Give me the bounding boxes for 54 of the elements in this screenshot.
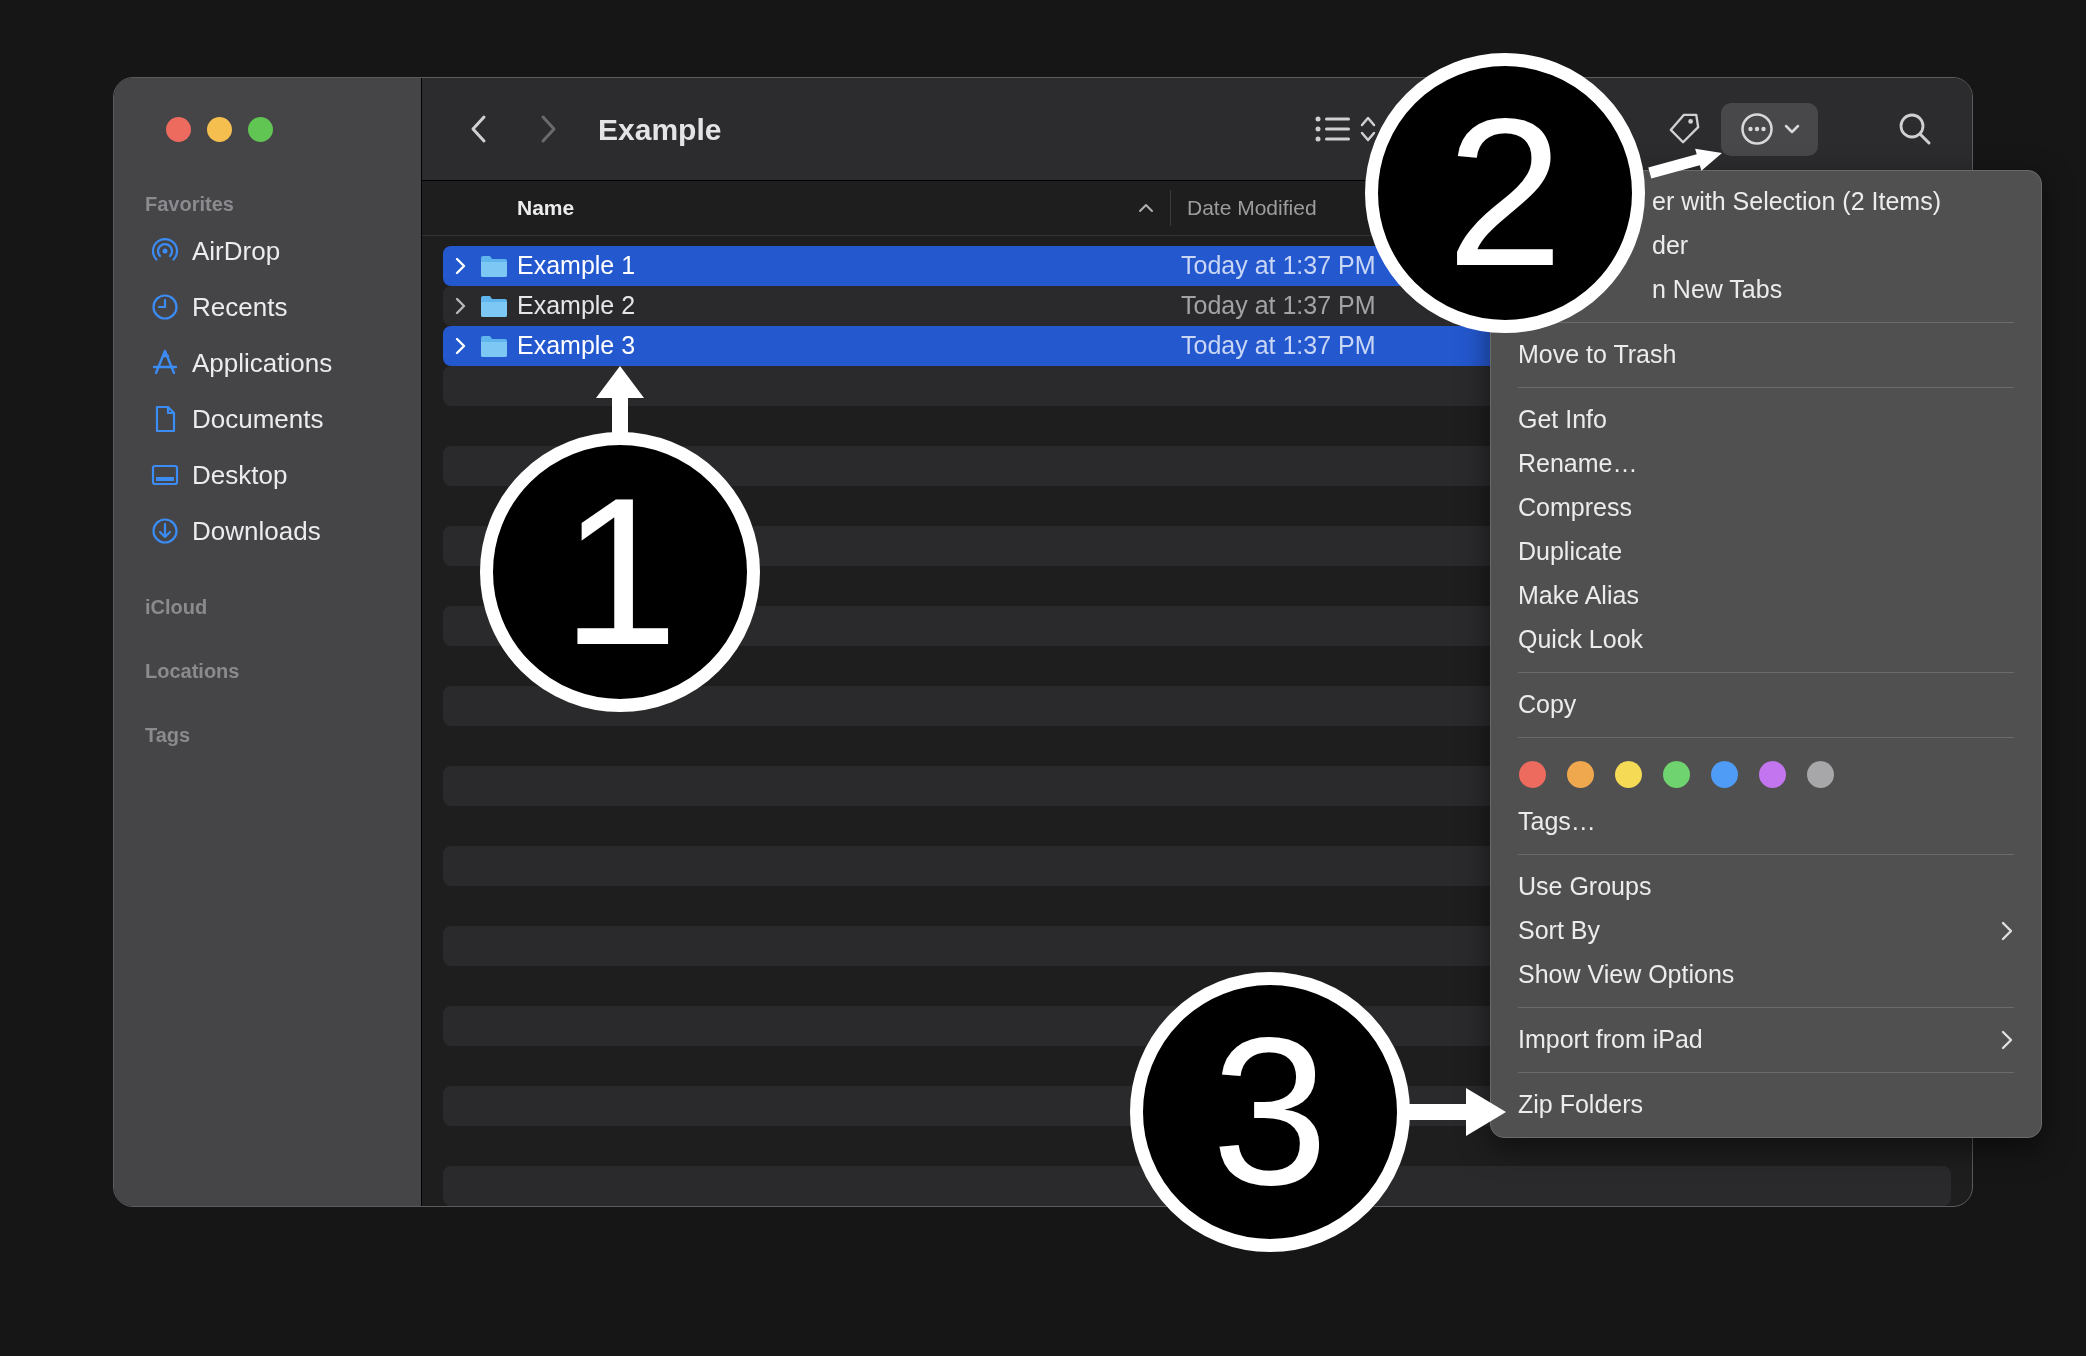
section-heading: Locations xyxy=(144,659,241,684)
menu-item[interactable]: Copy xyxy=(1505,683,2027,727)
ellipsis-circle-icon xyxy=(1739,112,1774,146)
folder-icon xyxy=(480,294,508,318)
menu-item[interactable]: Quick Look xyxy=(1505,618,2027,662)
menu-item[interactable]: Duplicate xyxy=(1505,530,2027,574)
folder-icon xyxy=(480,254,508,278)
list-view-icon[interactable] xyxy=(1315,115,1351,143)
sidebar-item[interactable]: Downloads xyxy=(114,503,421,559)
search-icon[interactable] xyxy=(1898,112,1932,146)
section-heading: Tags xyxy=(144,723,192,748)
more-actions-button[interactable] xyxy=(1721,102,1818,156)
download-circle-icon xyxy=(150,516,180,546)
file-name: Example 2 xyxy=(517,290,636,322)
sidebar-item[interactable]: Recents xyxy=(114,279,421,335)
forward-chevron-icon[interactable] xyxy=(540,114,558,144)
tag-icon[interactable] xyxy=(1667,112,1701,146)
menu-item[interactable]: Use Groups xyxy=(1505,865,2027,909)
section-heading: Favorites xyxy=(144,192,235,217)
sidebar-item[interactable]: Applications xyxy=(114,335,421,391)
caret-icon xyxy=(1783,124,1800,134)
submenu-chevron-icon xyxy=(2001,1029,2013,1051)
window-title: Example xyxy=(598,111,722,148)
menu-item[interactable]: Tags… xyxy=(1505,800,2027,844)
menu-item[interactable]: Zip Folders xyxy=(1505,1083,2027,1127)
minimize-button[interactable] xyxy=(207,116,232,142)
back-chevron-icon[interactable] xyxy=(469,114,487,144)
menu-item[interactable]: Sort By xyxy=(1505,909,2027,953)
date-modified: Today at 1:37 PM xyxy=(1181,290,1376,322)
date-modified: Today at 1:37 PM xyxy=(1181,250,1376,282)
menu-item[interactable]: Rename… xyxy=(1505,442,2027,486)
column-header[interactable]: Date Modified xyxy=(1187,192,1317,224)
menu-item[interactable]: Get Info xyxy=(1505,398,2027,442)
date-modified: Today at 1:37 PM xyxy=(1181,330,1376,362)
column-header[interactable]: Name xyxy=(517,192,575,224)
clock-icon xyxy=(150,292,180,322)
sidebar-item[interactable]: Desktop xyxy=(114,447,421,503)
submenu-chevron-icon xyxy=(2001,920,2013,942)
zoom-button[interactable] xyxy=(248,116,273,142)
menu-item[interactable]: Show View Options xyxy=(1505,953,2027,997)
sidebar-item[interactable]: AirDrop xyxy=(114,223,421,279)
sidebar-item[interactable]: Documents xyxy=(114,391,421,447)
file-name: Example 3 xyxy=(517,330,636,362)
file-name: Example 1 xyxy=(517,250,636,282)
up-down-chevron-icon[interactable] xyxy=(1359,114,1377,144)
callout-arrow xyxy=(596,366,644,434)
close-button[interactable] xyxy=(166,116,191,142)
folder-icon xyxy=(480,334,508,358)
menu-item[interactable]: Import from iPad xyxy=(1505,1018,2027,1062)
menu-item[interactable]: Compress xyxy=(1505,486,2027,530)
section-heading: iCloud xyxy=(144,595,209,620)
disclosure-chevron-icon[interactable] xyxy=(455,296,467,316)
menu-item[interactable]: Make Alias xyxy=(1505,574,2027,618)
menu-item[interactable]: er with Selection (2 Items) xyxy=(1652,180,2027,224)
